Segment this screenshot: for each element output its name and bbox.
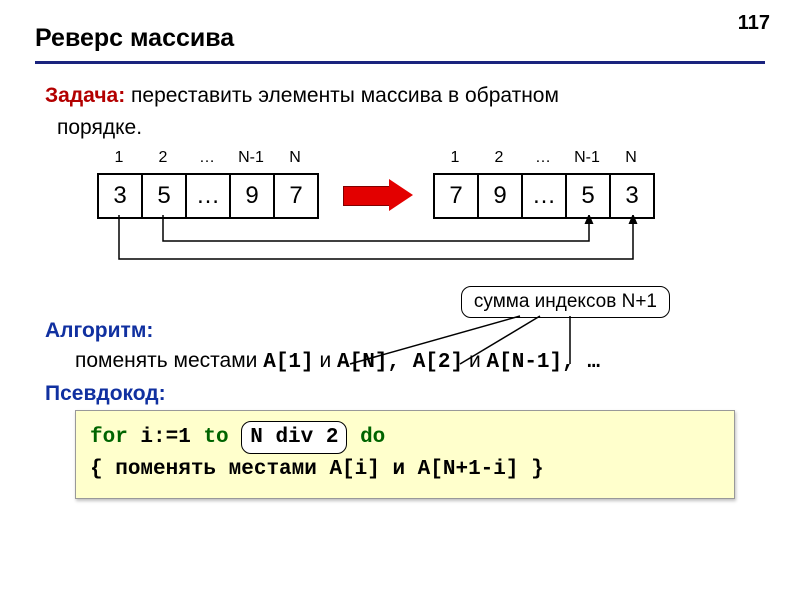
code-line-1: for i:=1 to N div 2 do xyxy=(90,421,720,455)
divider xyxy=(35,61,765,64)
index-row-right: 1 2 … N-1 N xyxy=(433,149,653,167)
page-number: 117 xyxy=(738,12,770,35)
arrays-diagram: 1 2 … N-1 N 1 2 … N-1 N 3 5 … 9 7 xyxy=(35,149,765,279)
array-before: 3 5 … 9 7 xyxy=(97,173,319,219)
page-title: Реверс массива xyxy=(35,24,765,53)
task-text: Задача: переставить элементы массива в о… xyxy=(45,82,765,110)
pseudocode-label: Псевдокод: xyxy=(45,382,765,406)
callout-area: сумма индексов N+1 xyxy=(340,286,670,356)
callout-pointers-icon xyxy=(340,314,670,369)
index-row-left: 1 2 … N-1 N xyxy=(97,149,317,167)
code-block: for i:=1 to N div 2 do { поменять местам… xyxy=(75,410,735,499)
task-label: Задача: xyxy=(45,84,125,107)
task-text-2: порядке. xyxy=(57,114,765,142)
swap-lines-icon xyxy=(35,215,685,285)
slide: 117 Реверс массива Задача: переставить э… xyxy=(0,0,800,600)
array-after: 7 9 … 5 3 xyxy=(433,173,655,219)
ndiv2-box: N div 2 xyxy=(241,421,347,455)
arrow-icon xyxy=(343,183,413,207)
code-line-2: { поменять местами A[i] и A[N+1-i] } xyxy=(90,454,720,486)
